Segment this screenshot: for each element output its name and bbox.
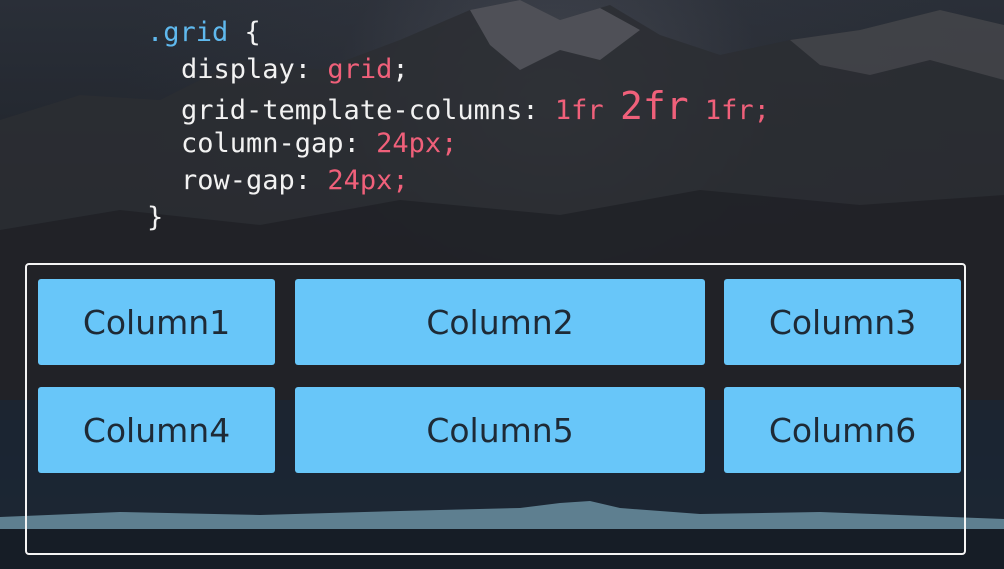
grid-cell: Column3	[724, 279, 961, 365]
code-line-close: }	[147, 199, 770, 236]
property-name: row-gap	[181, 165, 295, 196]
code-line-grid-template-columns: grid-template-columns: 1fr 2fr 1fr;	[181, 84, 770, 128]
css-selector: .grid	[147, 17, 229, 48]
property-value-part-emphasized: 2fr	[619, 84, 689, 128]
grid-cell: Column5	[295, 387, 705, 473]
property-value: grid	[327, 54, 393, 85]
code-line-column-gap: column-gap: 24px;	[181, 128, 458, 159]
video-frame: .grid {display: grid; grid-template-colum…	[0, 0, 1004, 569]
property-name: display	[181, 54, 295, 85]
code-line-selector: .grid {	[147, 14, 770, 51]
code-line-row-gap: row-gap: 24px;	[181, 165, 409, 196]
grid-cell: Column1	[38, 279, 275, 365]
property-value-part: 1fr	[554, 95, 604, 126]
code-line-display: display: grid;	[181, 54, 409, 85]
property-name: column-gap	[181, 128, 344, 159]
css-code-block: .grid {display: grid; grid-template-colum…	[147, 14, 770, 236]
close-brace: }	[147, 202, 164, 233]
open-brace: {	[244, 17, 261, 48]
grid-container-outline: Column1 Column2 Column3 Column4 Column5 …	[25, 263, 966, 555]
property-value: 24px	[376, 128, 442, 159]
property-name: grid-template-columns	[181, 95, 523, 126]
grid-cell: Column6	[724, 387, 961, 473]
property-value-part: 1fr	[704, 95, 754, 126]
grid-cell: Column4	[38, 387, 275, 473]
grid-cell: Column2	[295, 279, 705, 365]
property-value: 24px	[327, 165, 393, 196]
